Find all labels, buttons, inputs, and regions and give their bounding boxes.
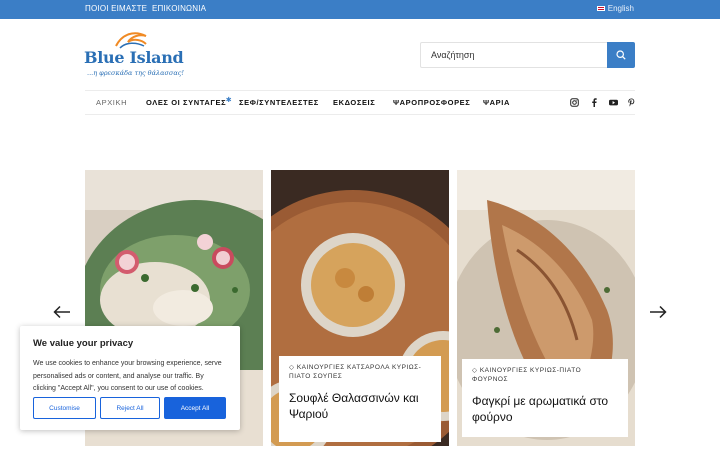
language-switch[interactable]: English (596, 4, 634, 13)
pinterest-icon[interactable] (627, 98, 636, 107)
carousel-next-arrow-icon[interactable] (649, 305, 667, 319)
customise-button[interactable]: Customise (33, 397, 96, 419)
cookie-consent-banner: We value your privacy We use cookies to … (20, 326, 240, 430)
site-logo[interactable]: Blue Island ...η φρεσκάδα της θάλασσας! (84, 28, 184, 80)
search-button[interactable] (607, 42, 635, 68)
logo-brand: Blue Island (84, 48, 184, 67)
contact-link[interactable]: ΕΠΙΚΟΙΝΩΝΙΑ (152, 4, 206, 13)
nav-item-chefs[interactable]: ΣΕΦ/ΣΥΝΤΕΛΕΣΤΕΣ (239, 98, 319, 107)
nav-item-all-recipes-label: ΟΛΕΣ ΟΙ ΣΥΝΤΑΓΕΣ (146, 98, 227, 107)
recipe-card-caption: ◇ ΚΑΙΝΟΥΡΓΙΕΣ ΚΑΤΣΑΡΟΛΑ ΚΥΡΙΩΣ-ΠΙΑΤΟ ΣΟΥ… (279, 356, 441, 442)
recipe-categories-text: ΚΑΙΝΟΥΡΓΙΕΣ ΚΑΤΣΑΡΟΛΑ ΚΥΡΙΩΣ-ΠΙΑΤΟ ΣΟΥΠΕ… (289, 364, 422, 380)
recipe-title[interactable]: Φαγκρί με αρωματικά στο φούρνο (472, 393, 618, 425)
tag-icon: ◇ (289, 364, 297, 371)
facebook-icon[interactable] (590, 98, 599, 107)
nav-item-all-recipes[interactable]: ΟΛΕΣ ΟΙ ΣΥΝΤΑΓΕΣ ✱ (146, 97, 232, 107)
language-label: English (607, 4, 634, 13)
recipe-card-caption: ◇ ΚΑΙΝΟΥΡΓΙΕΣ ΚΥΡΙΩΣ-ΠΙΑΤΟ ΦΟΥΡΝΟΣ Φαγκρ… (462, 359, 628, 437)
accept-all-button[interactable]: Accept All (164, 397, 226, 419)
nav-item-fish[interactable]: ΨΑΡΙΑ (483, 98, 510, 107)
search-icon (616, 50, 626, 60)
recipe-categories-text: ΚΑΙΝΟΥΡΓΙΕΣ ΚΥΡΙΩΣ-ΠΙΑΤΟ ΦΟΥΡΝΟΣ (472, 367, 582, 383)
top-bar: ΠΟΙΟΙ ΕΙΜΑΣΤΕ ΕΠΙΚΟΙΝΩΝΙΑ English (0, 0, 720, 19)
nav-item-fish-offers[interactable]: ΨΑΡΟΠΡΟΣΦΟΡΕΣ (393, 98, 470, 107)
main-nav: ΑΡΧΙΚΗ ΟΛΕΣ ΟΙ ΣΥΝΤΑΓΕΣ ✱ ΣΕΦ/ΣΥΝΤΕΛΕΣΤΕΣ… (85, 91, 635, 114)
instagram-icon[interactable] (570, 98, 579, 107)
youtube-icon[interactable] (609, 98, 618, 107)
recipe-categories[interactable]: ◇ ΚΑΙΝΟΥΡΓΙΕΣ ΚΥΡΙΩΣ-ΠΙΑΤΟ ΦΟΥΡΝΟΣ (472, 366, 618, 384)
recipe-categories[interactable]: ◇ ΚΑΙΝΟΥΡΓΙΕΣ ΚΑΤΣΑΡΟΛΑ ΚΥΡΙΩΣ-ΠΙΑΤΟ ΣΟΥ… (289, 363, 431, 381)
nav-divider-bottom (85, 114, 635, 115)
nav-item-home[interactable]: ΑΡΧΙΚΗ (96, 98, 127, 107)
logo-tagline: ...η φρεσκάδα της θάλασσας! (87, 69, 185, 77)
cookie-buttons: Customise Reject All Accept All (33, 397, 226, 419)
about-link[interactable]: ΠΟΙΟΙ ΕΙΜΑΣΤΕ (85, 4, 147, 13)
wave-fish-icon (115, 32, 147, 49)
search-input[interactable] (420, 42, 608, 68)
tag-icon: ◇ (472, 367, 480, 374)
recipe-card[interactable]: ◇ ΚΑΙΝΟΥΡΓΙΕΣ ΚΥΡΙΩΣ-ΠΙΑΤΟ ΦΟΥΡΝΟΣ Φαγκρ… (457, 170, 635, 446)
recipe-card[interactable]: ◇ ΚΑΙΝΟΥΡΓΙΕΣ ΚΑΤΣΑΡΟΛΑ ΚΥΡΙΩΣ-ΠΙΑΤΟ ΣΟΥ… (271, 170, 449, 446)
reject-all-button[interactable]: Reject All (100, 397, 160, 419)
cookie-title: We value your privacy (33, 338, 134, 349)
uk-flag-icon (596, 6, 605, 11)
recipe-title[interactable]: Σουφλέ Θαλασσινών και Ψαριού (289, 390, 431, 422)
carousel-prev-arrow-icon[interactable] (53, 305, 71, 319)
star-icon: ✱ (225, 97, 233, 104)
cookie-text: We use cookies to enhance your browsing … (33, 360, 222, 392)
nav-item-publications[interactable]: ΕΚΔΟΣΕΙΣ (333, 98, 375, 107)
